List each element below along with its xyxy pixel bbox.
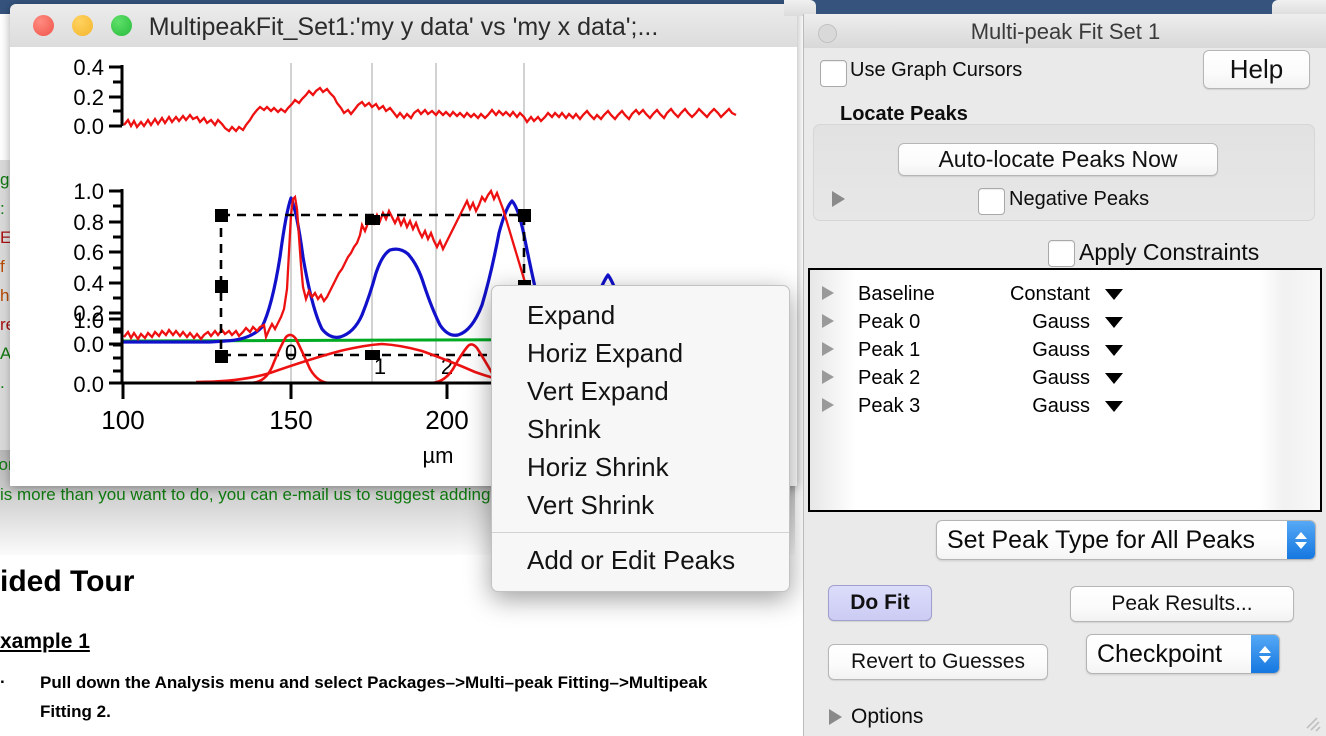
svg-text:1: 1 — [374, 354, 386, 379]
apply-constraints-label[interactable]: Apply Constraints — [1079, 239, 1259, 266]
peak-name: Baseline — [858, 283, 935, 305]
negative-peaks-checkbox[interactable] — [978, 188, 1005, 215]
peak-type: Gauss — [1032, 311, 1090, 333]
checkpoint-popup[interactable]: Checkpoint — [1086, 634, 1280, 674]
peak-list[interactable]: Baseline Constant Peak 0 Gauss Peak 1 Ga… — [808, 268, 1322, 512]
peak-name: Peak 3 — [858, 395, 921, 417]
peak-list-row-peak-1[interactable]: Peak 1 Gauss — [810, 336, 1320, 364]
panel-titlebar[interactable]: Multi-peak Fit Set 1 — [804, 14, 1326, 49]
peak-name: Peak 2 — [858, 367, 921, 389]
doc-list-item: Pull down the Analysis menu and select P… — [40, 673, 708, 721]
revert-to-guesses-button[interactable]: Revert to Guesses — [828, 644, 1048, 680]
doc-subheading-example-1: xample 1 — [0, 630, 90, 653]
disclosure-triangle-icon[interactable] — [822, 286, 834, 300]
peak-list-row-peak-3[interactable]: Peak 3 Gauss — [810, 392, 1320, 420]
doc-list-number: . — [0, 668, 5, 687]
set-peak-type-value: Set Peak Type for All Peaks — [947, 525, 1256, 554]
do-fit-button[interactable]: Do Fit — [828, 585, 932, 621]
menu-item-horiz-shrink[interactable]: Horiz Shrink — [492, 448, 789, 486]
peak-list-row-peak-2[interactable]: Peak 2 Gauss — [810, 364, 1320, 392]
locate-peaks-header: Locate Peaks — [840, 103, 968, 125]
svg-text:1.0: 1.0 — [73, 308, 104, 333]
chevron-down-icon[interactable] — [1105, 317, 1123, 328]
disclosure-triangle-icon[interactable] — [822, 398, 834, 412]
peak-type: Gauss — [1032, 395, 1090, 417]
help-button[interactable]: Help — [1203, 50, 1310, 89]
graph-titlebar[interactable]: MultipeakFit_Set1:'my y data' vs 'my x d… — [10, 4, 797, 48]
chevron-down-icon[interactable] — [1105, 373, 1123, 384]
peak-name: Peak 1 — [858, 339, 921, 361]
peak-name: Peak 0 — [858, 311, 921, 333]
menu-item-horiz-expand[interactable]: Horiz Expand — [492, 334, 789, 372]
use-graph-cursors-label[interactable]: Use Graph Cursors — [850, 59, 1022, 82]
svg-text:200: 200 — [425, 405, 468, 435]
disclosure-triangle-icon[interactable] — [822, 342, 834, 356]
auto-locate-peaks-button[interactable]: Auto-locate Peaks Now — [898, 143, 1218, 176]
menu-item-vert-shrink[interactable]: Vert Shrink — [492, 486, 789, 524]
disclosure-triangle-icon[interactable] — [822, 314, 834, 328]
resize-grip-icon[interactable] — [1303, 714, 1321, 732]
doc-heading-guided-tour: ided Tour — [0, 565, 135, 598]
svg-text:0.0: 0.0 — [73, 332, 104, 357]
disclosure-triangle-icon[interactable] — [822, 370, 834, 384]
menu-item-add-or-edit-peaks[interactable]: Add or Edit Peaks — [492, 541, 789, 579]
stepper-arrows-icon[interactable] — [1287, 521, 1315, 559]
svg-text:µm: µm — [422, 443, 453, 468]
residual-panel: 0.4 0.2 0.0 — [73, 55, 737, 139]
svg-text:0.2: 0.2 — [73, 85, 104, 110]
menu-item-expand[interactable]: Expand — [492, 296, 789, 334]
peak-list-row-baseline[interactable]: Baseline Constant — [810, 280, 1320, 308]
graph-context-menu[interactable]: Expand Horiz Expand Vert Expand Shrink H… — [491, 285, 790, 592]
menu-separator — [492, 532, 789, 533]
menu-item-vert-expand[interactable]: Vert Expand — [492, 372, 789, 410]
stepper-arrows-icon[interactable] — [1251, 635, 1279, 673]
chevron-down-icon[interactable] — [1105, 345, 1123, 356]
chevron-down-icon[interactable] — [1105, 289, 1123, 300]
graph-window-title: MultipeakFit_Set1:'my y data' vs 'my x d… — [148, 13, 659, 41]
svg-text:0.0: 0.0 — [73, 372, 104, 397]
peak-type: Gauss — [1032, 339, 1090, 361]
svg-text:150: 150 — [269, 405, 312, 435]
svg-text:0.4: 0.4 — [73, 271, 104, 296]
svg-text:0.4: 0.4 — [73, 55, 104, 80]
set-peak-type-popup[interactable]: Set Peak Type for All Peaks — [936, 520, 1316, 560]
svg-text:1.0: 1.0 — [73, 179, 104, 204]
svg-text:100: 100 — [101, 405, 144, 435]
negative-peaks-label[interactable]: Negative Peaks — [1009, 188, 1149, 211]
svg-text:0: 0 — [285, 340, 297, 365]
svg-text:0.0: 0.0 — [73, 114, 104, 139]
peak-type: Constant — [1009, 283, 1090, 305]
disclosure-triangle-icon[interactable] — [832, 191, 845, 207]
panel-title: Multi-peak Fit Set 1 — [970, 19, 1161, 44]
svg-text:0.6: 0.6 — [73, 240, 104, 265]
menu-item-shrink[interactable]: Shrink — [492, 410, 789, 448]
peak-type: Gauss — [1032, 367, 1090, 389]
svg-text:0.8: 0.8 — [73, 210, 104, 235]
checkpoint-value: Checkpoint — [1097, 639, 1223, 668]
chevron-down-icon[interactable] — [1105, 401, 1123, 412]
doc-bottom-fade — [0, 724, 795, 736]
use-graph-cursors-checkbox[interactable] — [820, 60, 847, 87]
options-label[interactable]: Options — [851, 705, 923, 729]
disclosure-triangle-icon[interactable] — [829, 709, 842, 725]
peak-results-button[interactable]: Peak Results... — [1070, 586, 1294, 622]
peak-list-row-peak-0[interactable]: Peak 0 Gauss — [810, 308, 1320, 336]
apply-constraints-checkbox[interactable] — [1048, 240, 1075, 267]
